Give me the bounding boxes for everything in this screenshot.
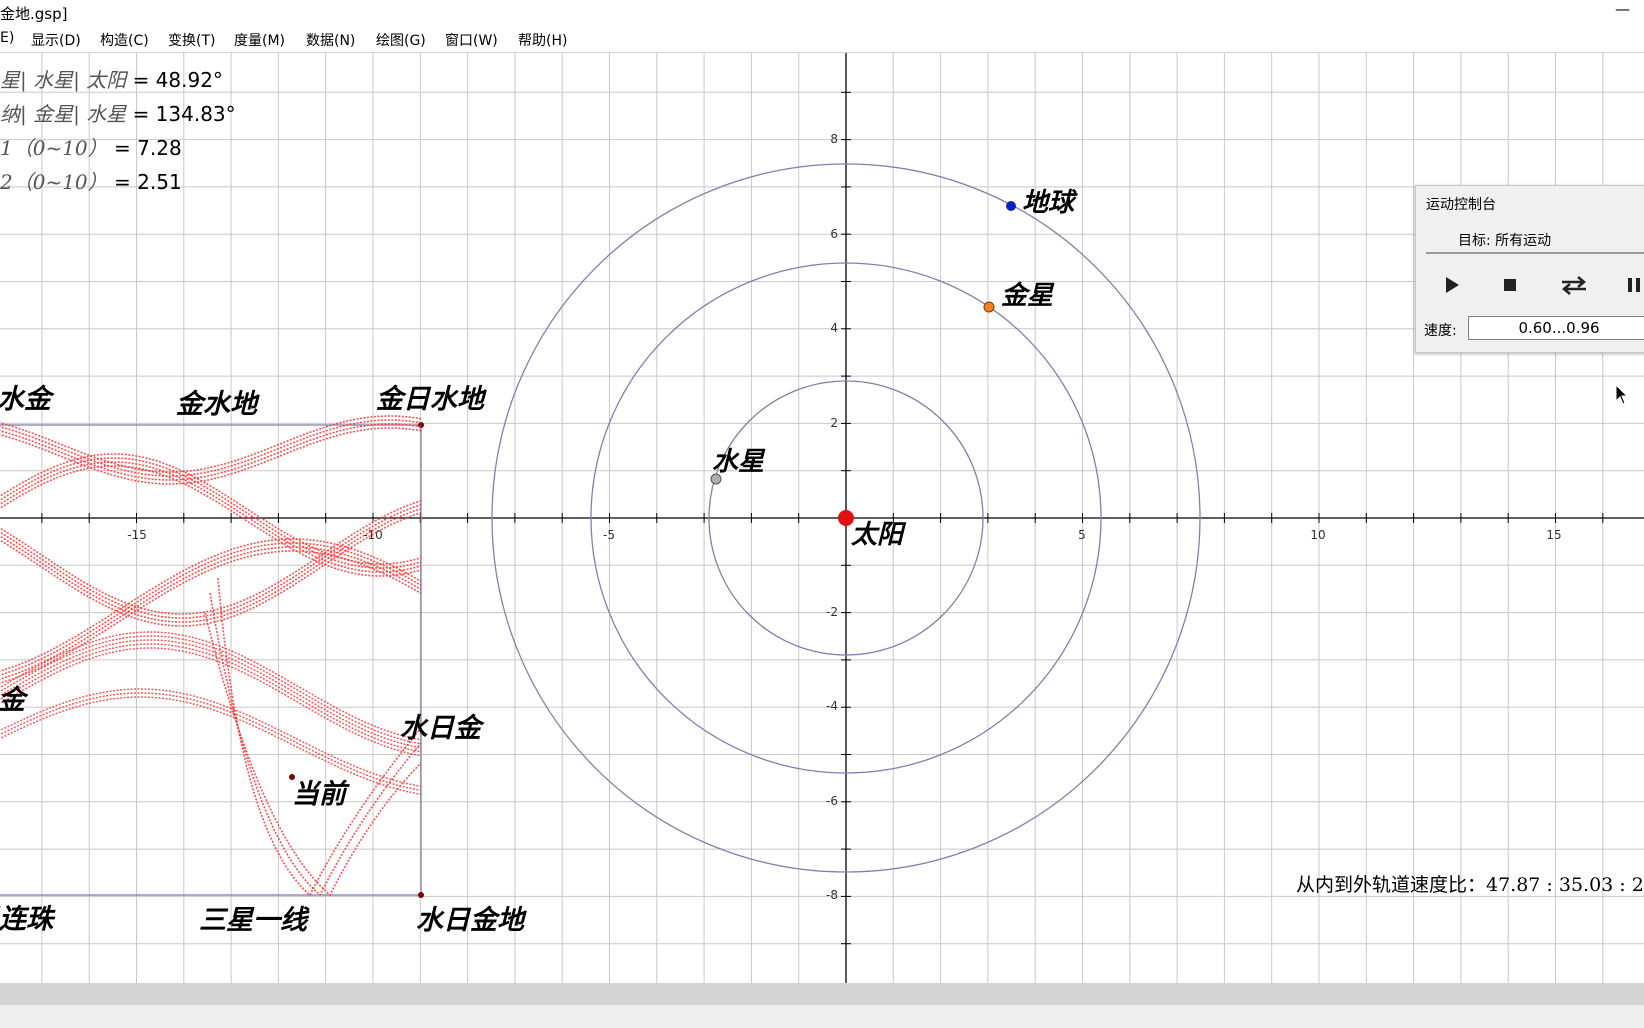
status-bar xyxy=(0,983,1644,1005)
bottom-strip xyxy=(0,1005,1644,1028)
menu-window[interactable]: 窗口(W) xyxy=(445,30,498,50)
y-tick-label: -6 xyxy=(826,794,838,808)
y-tick-label: 8 xyxy=(830,132,838,146)
target-row[interactable]: 目标: 所有运动 xyxy=(1426,226,1644,254)
menu-transform[interactable]: 变换(T) xyxy=(168,30,215,50)
menu-display[interactable]: 显示(D) xyxy=(31,30,81,50)
speed-label: 速度: xyxy=(1424,323,1457,339)
earth-point[interactable] xyxy=(1006,201,1016,211)
measurement-label: 1（0~10） xyxy=(0,136,108,160)
minimize-button[interactable]: — xyxy=(1615,0,1630,18)
pause-button[interactable] xyxy=(1614,274,1644,302)
conjunction-label: 金 xyxy=(0,685,29,716)
stop-button[interactable] xyxy=(1490,274,1530,302)
measurement-value: = 2.51 xyxy=(114,170,182,194)
conjunction-label: 三星一线 xyxy=(199,905,310,936)
trace-curve xyxy=(0,647,422,757)
menu-graph[interactable]: 绘图(G) xyxy=(376,30,426,50)
measurement-value: = 134.83° xyxy=(132,102,236,126)
x-tick-label: -15 xyxy=(127,528,147,542)
measurement-label: 2（0~10） xyxy=(0,170,108,194)
measurement-label: 纳| 金星| 水星 xyxy=(0,102,127,126)
x-tick-label: 15 xyxy=(1546,528,1561,542)
measurement-value: = 7.28 xyxy=(114,136,182,160)
play-button[interactable] xyxy=(1432,274,1472,302)
venus-label: 金星 xyxy=(1001,281,1055,311)
menu-bar: E) 显示(D) 构造(C) 变换(T) 度量(M) 数据(N) 绘图(G) 窗… xyxy=(0,26,1644,53)
play-icon xyxy=(1446,277,1459,293)
menu-help[interactable]: 帮助(H) xyxy=(518,30,567,50)
y-tick-label: -2 xyxy=(826,605,838,619)
trace-curve xyxy=(209,592,422,897)
trace-curve xyxy=(0,550,422,684)
trace-curve xyxy=(0,696,422,795)
measurement-value: = 48.92° xyxy=(132,68,223,92)
motion-controller-panel[interactable]: 运动控制台 目标: 所有运动 速度: 0.60...0.96 xyxy=(1415,185,1644,353)
menu-data[interactable]: 数据(N) xyxy=(306,30,355,50)
x-tick-label: 10 xyxy=(1310,528,1325,542)
speed-input[interactable]: 0.60...0.96 xyxy=(1468,316,1644,340)
conjunction-label: 水日金 xyxy=(400,713,485,744)
coordinate-axes xyxy=(0,53,1644,983)
target-selector[interactable]: 目标: 所有运动 xyxy=(1458,230,1551,250)
y-tick-label: -4 xyxy=(826,699,838,713)
frame-corner-point[interactable] xyxy=(418,422,424,428)
title-bar: 金地.gsp] — xyxy=(0,0,1644,26)
angle-trace-curves xyxy=(0,415,422,897)
mouse-cursor-icon xyxy=(1615,384,1629,405)
menu-construct[interactable]: 构造(C) xyxy=(100,30,149,50)
stop-icon xyxy=(1504,279,1516,291)
mercury-label: 水星 xyxy=(712,447,766,477)
pause-icon xyxy=(1628,278,1640,292)
conjunction-label: 水日金地 xyxy=(416,905,527,936)
venus-point[interactable] xyxy=(983,301,995,313)
conjunction-label: 金水地 xyxy=(176,389,260,420)
panel-title: 运动控制台 xyxy=(1426,197,1496,213)
speed-ratio-text: 从内到外轨道速度比：47.87 : 35.03 : 29.7 xyxy=(1296,874,1644,896)
sketch-canvas[interactable]: -15 -10 -5 5 10 15 8 6 4 2 -2 -4 -6 -8 太… xyxy=(0,53,1644,983)
conjunction-label: 金日水地 xyxy=(376,384,487,415)
measurement-label: 星| 水星| 太阳 xyxy=(0,68,127,92)
y-tick-label: 4 xyxy=(830,321,838,335)
parameter-1[interactable]: 1（0~10） = 7.28 xyxy=(0,132,182,161)
x-tick-label: -5 xyxy=(603,528,615,542)
earth-label: 地球 xyxy=(1022,188,1078,218)
trace-curve xyxy=(0,546,422,680)
conjunction-label: 日水金 xyxy=(0,384,55,415)
x-tick-label: 5 xyxy=(1078,528,1086,542)
parameter-2[interactable]: 2（0~10） = 2.51 xyxy=(0,166,182,195)
measurement-angle-2[interactable]: 纳| 金星| 水星 = 134.83° xyxy=(0,98,236,127)
reverse-button[interactable] xyxy=(1554,274,1594,302)
y-tick-label: 2 xyxy=(830,416,838,430)
current-label: 当前 xyxy=(292,779,350,810)
reverse-icon xyxy=(1562,276,1586,295)
y-tick-label: -8 xyxy=(826,888,838,902)
y-tick-label: 6 xyxy=(830,227,838,241)
frame-corner-point[interactable] xyxy=(418,892,424,898)
menu-measure[interactable]: 度量(M) xyxy=(234,30,285,50)
menu-edit[interactable]: E) xyxy=(0,30,14,46)
window-title: 金地.gsp] xyxy=(0,5,68,23)
conjunction-label: 星连珠 xyxy=(0,904,56,935)
measurement-angle-1[interactable]: 星| 水星| 太阳 = 48.92° xyxy=(0,64,223,93)
sun-label: 太阳 xyxy=(851,520,907,550)
